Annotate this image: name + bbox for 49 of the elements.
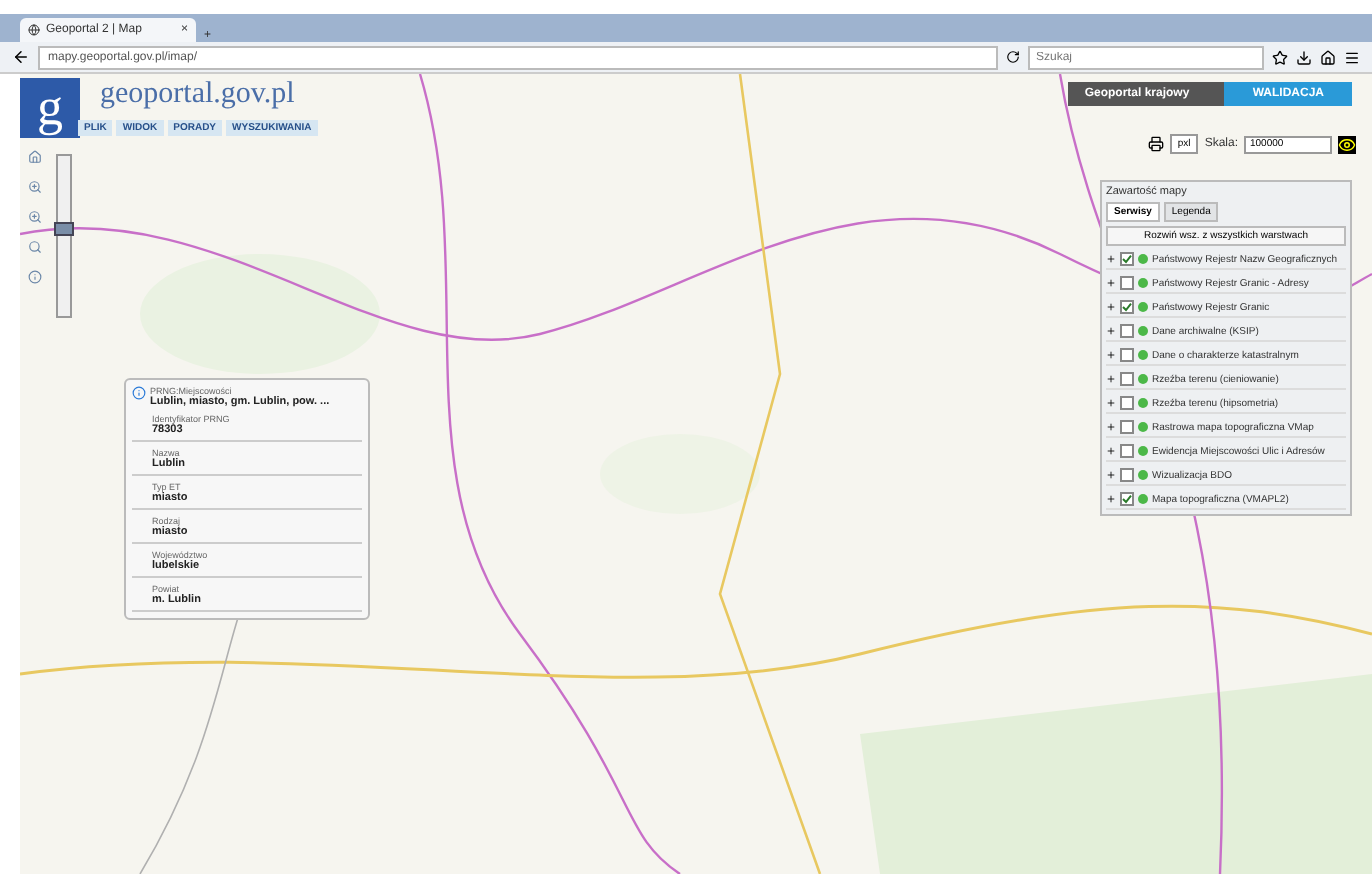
layer-checkbox[interactable] <box>1120 252 1134 266</box>
expand-icon[interactable] <box>1106 302 1116 312</box>
expand-icon[interactable] <box>1106 326 1116 336</box>
expand-icon[interactable] <box>1106 470 1116 480</box>
status-dot <box>1138 278 1148 288</box>
zoom-in-icon[interactable] <box>28 180 42 194</box>
status-dot <box>1138 422 1148 432</box>
layer-checkbox[interactable] <box>1120 444 1134 458</box>
home-icon[interactable] <box>1320 49 1336 65</box>
zoom-in-icon[interactable] <box>28 210 42 224</box>
status-dot <box>1138 470 1148 480</box>
layer-checkbox[interactable] <box>1120 348 1134 362</box>
search-icon[interactable] <box>28 240 42 254</box>
layer-checkbox[interactable] <box>1120 492 1134 506</box>
menu-icon[interactable] <box>1344 49 1360 65</box>
layer-checkbox[interactable] <box>1120 300 1134 314</box>
status-dot <box>1138 374 1148 384</box>
expand-icon[interactable] <box>1106 446 1116 456</box>
layer-checkbox[interactable] <box>1120 276 1134 290</box>
expand-icon[interactable] <box>1106 278 1116 288</box>
status-dot <box>1138 302 1148 312</box>
status-dot <box>1138 350 1148 360</box>
info-icon <box>132 386 146 400</box>
logo: g <box>20 78 80 138</box>
slider-thumb[interactable] <box>54 222 74 237</box>
expand-icon[interactable] <box>1106 398 1116 408</box>
status-dot <box>1138 494 1148 504</box>
layer-checkbox[interactable] <box>1120 468 1134 482</box>
star-icon[interactable] <box>1272 49 1288 65</box>
status-dot <box>1138 398 1148 408</box>
status-dot <box>1138 446 1148 456</box>
globe-icon <box>28 24 40 36</box>
layer-checkbox[interactable] <box>1120 324 1134 338</box>
printer-icon[interactable] <box>1147 136 1164 152</box>
expand-icon[interactable] <box>1106 494 1116 504</box>
reload-icon[interactable] <box>1006 50 1020 64</box>
site-name: geoportal.gov.pl <box>100 78 295 112</box>
layer-checkbox[interactable] <box>1120 372 1134 386</box>
expand-icon[interactable] <box>1106 350 1116 360</box>
status-dot <box>1138 326 1148 336</box>
info-icon[interactable] <box>28 270 42 284</box>
layer-checkbox[interactable] <box>1120 396 1134 410</box>
expand-icon[interactable] <box>1106 422 1116 432</box>
expand-icon[interactable] <box>1106 374 1116 384</box>
expand-icon[interactable] <box>1106 254 1116 264</box>
download-icon[interactable] <box>1296 49 1312 65</box>
status-dot <box>1138 254 1148 264</box>
back-icon[interactable] <box>12 48 30 66</box>
layer-checkbox[interactable] <box>1120 420 1134 434</box>
